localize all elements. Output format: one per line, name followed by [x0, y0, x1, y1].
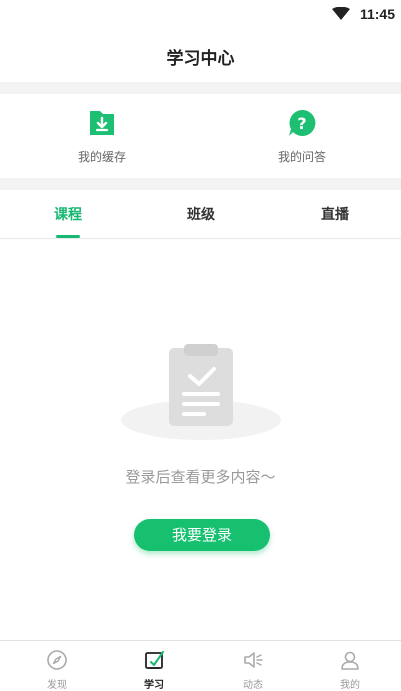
nav-discover[interactable]: 发现: [7, 649, 107, 691]
folder-download-icon: [90, 111, 114, 135]
divider: [0, 178, 401, 190]
divider: [0, 82, 401, 94]
tab-classes[interactable]: 班级: [161, 204, 241, 224]
svg-text:?: ?: [297, 114, 306, 133]
nav-profile-label: 我的: [340, 680, 360, 691]
empty-state-text: 登录后查看更多内容～: [125, 468, 276, 486]
login-button[interactable]: 我要登录: [134, 519, 270, 551]
status-bar: 11:45: [0, 0, 401, 30]
tab-live[interactable]: 直播: [295, 204, 375, 224]
empty-clipboard-illustration: [121, 344, 281, 440]
tab-bar: 课程 班级 直播: [0, 190, 401, 239]
header: 学习中心: [0, 30, 401, 82]
tab-active-indicator: [56, 235, 80, 238]
my-qa-label: 我的问答: [277, 150, 326, 164]
tab-courses-label: 课程: [54, 207, 82, 223]
tab-classes-label: 班级: [187, 207, 215, 223]
nav-feed-label: 动态: [243, 680, 263, 691]
study-icon: [145, 651, 164, 669]
nav-profile[interactable]: 我的: [300, 649, 400, 691]
speaker-icon: [244, 652, 263, 668]
my-cache-button[interactable]: 我的缓存: [42, 108, 162, 165]
compass-icon: [47, 650, 67, 670]
page-title: 学习中心: [166, 49, 235, 69]
nav-study[interactable]: 学习: [104, 649, 204, 691]
my-cache-label: 我的缓存: [77, 150, 126, 164]
my-qa-button[interactable]: ? 我的问答: [242, 108, 362, 165]
status-time: 11:45: [359, 6, 395, 22]
tab-live-label: 直播: [321, 207, 349, 223]
nav-discover-label: 发现: [47, 680, 67, 691]
wifi-icon: [332, 7, 350, 20]
nav-feed[interactable]: 动态: [203, 649, 303, 691]
bottom-nav: 发现 学习 动态 我的: [0, 640, 401, 691]
question-bubble-icon: ?: [289, 109, 316, 136]
quick-actions: 我的缓存 ? 我的问答: [0, 94, 401, 178]
user-icon: [341, 651, 359, 670]
nav-study-label: 学习: [144, 680, 164, 691]
tab-courses[interactable]: 课程: [28, 204, 108, 238]
